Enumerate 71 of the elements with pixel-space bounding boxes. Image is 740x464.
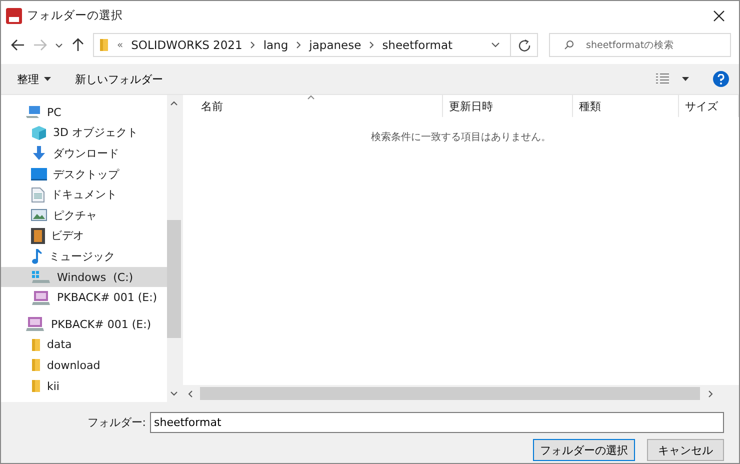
address-bar[interactable]: « SOLIDWORKS 2021 lang japanese sheetformat — [93, 33, 538, 57]
drive-icon — [25, 316, 45, 332]
scroll-right-icon — [708, 390, 712, 398]
right-arrow-icon — [33, 39, 47, 51]
dropdown-icon[interactable] — [491, 42, 500, 48]
folder-icon — [99, 38, 109, 52]
folder-field[interactable]: sheetformat — [150, 412, 724, 433]
sidebar-item[interactable]: ドキュメント — [1, 184, 167, 205]
select-folder-button[interactable]: フォルダーの選択 — [533, 439, 635, 461]
folder-icon — [31, 338, 41, 352]
column-header[interactable]: 種類 — [573, 95, 679, 117]
sidebar-item[interactable]: PKBACK# 001 (E:) — [1, 314, 167, 335]
breadcrumb[interactable]: lang — [263, 38, 288, 52]
chevron-icon — [296, 41, 302, 49]
column-header[interactable]: サイズ — [679, 95, 739, 117]
film-icon — [31, 228, 45, 244]
window-title: フォルダーの選択 — [27, 8, 124, 23]
sidebar-item[interactable]: PC — [1, 102, 167, 123]
sidebar-item[interactable]: data — [1, 334, 167, 356]
search-icon — [564, 40, 574, 50]
app-icon — [6, 8, 22, 24]
document-icon — [31, 186, 45, 203]
chevron-down-icon — [55, 42, 63, 48]
cancel-button[interactable]: キャンセル — [647, 439, 724, 461]
left-arrow-icon — [11, 39, 25, 51]
caret-icon — [682, 77, 689, 81]
sidebar-item[interactable]: デスクトップ — [1, 164, 167, 184]
overflow-chevron[interactable]: « — [117, 40, 124, 50]
folder-label: フォルダー: — [87, 415, 146, 430]
computer-icon — [25, 105, 41, 120]
up-arrow-icon — [72, 38, 84, 52]
sidebar-item[interactable]: kii — [1, 376, 167, 396]
sidebar-item[interactable]: 3D オブジェクト — [1, 122, 167, 144]
monitor-icon — [31, 167, 47, 182]
sidebar-item[interactable]: ダウンロード — [1, 143, 167, 164]
cube-icon — [31, 124, 47, 141]
organize-button[interactable]: 整理 — [17, 70, 51, 88]
list-view-icon — [655, 73, 671, 85]
down-arrow-icon — [31, 145, 47, 162]
scroll-left-icon — [188, 390, 192, 398]
sidebar-item[interactable]: PKBACK# 001 (E:) — [1, 287, 167, 308]
breadcrumb[interactable]: sheetformat — [382, 38, 452, 52]
scroll-down-icon — [170, 391, 178, 396]
folder-icon — [31, 358, 41, 372]
sidebar-item[interactable]: ミュージック — [1, 246, 167, 267]
sidebar-item[interactable]: Windows (C:) — [1, 266, 167, 288]
sidebar-item[interactable]: ピクチャ — [1, 204, 167, 226]
new-folder-button[interactable]: 新しいフォルダー — [75, 70, 163, 88]
question-mark-icon — [717, 74, 725, 84]
sidebar-item[interactable]: download — [1, 355, 167, 376]
chevron-icon — [250, 41, 256, 49]
empty-message: 検索条件に一致する項目はありません。 — [370, 130, 552, 144]
refresh-icon — [518, 38, 530, 52]
breadcrumb[interactable]: japanese — [309, 38, 362, 52]
scroll-up-icon — [170, 101, 178, 106]
folder-icon — [31, 379, 41, 394]
caret-icon — [44, 77, 51, 81]
chevron-icon — [369, 41, 374, 49]
column-header[interactable]: 更新日時 — [443, 95, 573, 117]
music-note-icon — [31, 248, 43, 264]
vertical-scrollbar[interactable] — [167, 95, 181, 402]
drive-icon — [31, 270, 51, 284]
column-header[interactable]: 名前 — [195, 95, 443, 117]
help-button[interactable] — [713, 71, 729, 87]
search-field[interactable]: sheetformatの検索 — [549, 33, 731, 57]
horizontal-scrollbar[interactable] — [183, 385, 739, 402]
sidebar-item[interactable]: ビデオ — [1, 226, 167, 246]
close-icon — [713, 10, 725, 22]
landscape-icon — [31, 208, 47, 222]
drive-icon — [31, 290, 51, 306]
breadcrumb[interactable]: SOLIDWORKS 2021 — [131, 38, 242, 52]
